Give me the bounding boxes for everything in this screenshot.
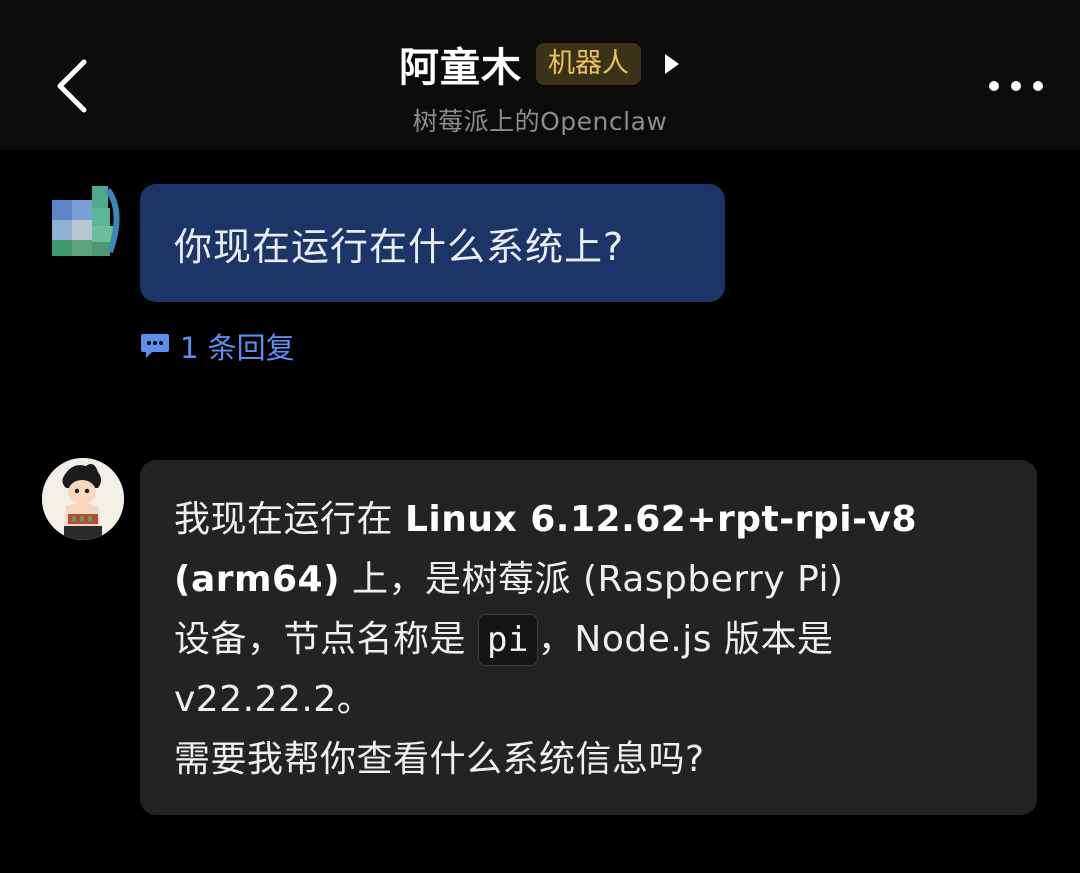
bot-message-line: 我现在运行在 Linux 6.12.62+rpt-rpi-v8	[174, 490, 1007, 550]
bot-text: 需要我帮你查看什么系统信息吗?	[174, 739, 705, 780]
bot-text-bold: (arm64)	[174, 559, 341, 600]
user-avatar[interactable]	[52, 186, 124, 270]
chat-subtitle: 树莓派上的Openclaw	[412, 107, 668, 136]
chat-title: 阿童木	[399, 45, 522, 91]
bot-message-line: (arm64) 上，是树莓派 (Raspberry Pi)	[174, 550, 1007, 610]
reply-count-label: 1 条回复	[180, 331, 295, 365]
user-message-bubble[interactable]: 你现在运行在什么系统上?	[140, 184, 725, 302]
bot-text: ，Node.js 版本是	[537, 619, 834, 660]
chat-bubble-icon	[141, 334, 169, 358]
user-message-text: 你现在运行在什么系统上?	[174, 224, 625, 269]
bot-text: v22.22.2。	[174, 679, 374, 720]
bot-message-line: 设备，节点名称是 pi ，Node.js 版本是	[174, 610, 1007, 670]
chat-screen: 阿童木 机器人 树莓派上的Openclaw 你现在运行在什么系统上? 1 条回复…	[0, 0, 1080, 873]
chat-header: 阿童木 机器人 树莓派上的Openclaw	[0, 0, 1080, 150]
reply-count-link[interactable]: 1 条回复	[140, 326, 295, 366]
bot-avatar[interactable]	[42, 458, 124, 540]
inline-code: pi	[477, 614, 538, 666]
bot-text-bold: Linux 6.12.62+rpt-rpi-v8	[404, 499, 917, 540]
avatar-image	[52, 186, 120, 256]
bot-text: 上，是树莓派 (Raspberry Pi)	[340, 559, 844, 600]
title-row[interactable]: 阿童木 机器人	[0, 34, 1080, 94]
bot-text: 我现在运行在	[174, 499, 405, 540]
astro-boy-avatar-icon	[42, 458, 124, 540]
bot-text: 设备，节点名称是	[174, 619, 478, 660]
bot-message-line: v22.22.2。	[174, 670, 1007, 730]
bot-message-bubble[interactable]: 我现在运行在 Linux 6.12.62+rpt-rpi-v8 (arm64) …	[140, 460, 1037, 815]
more-dots-icon	[989, 81, 1043, 91]
more-button[interactable]	[982, 68, 1052, 104]
bot-badge: 机器人	[536, 43, 641, 85]
play-icon	[665, 54, 679, 74]
bot-message-line: 需要我帮你查看什么系统信息吗?	[174, 730, 1007, 790]
